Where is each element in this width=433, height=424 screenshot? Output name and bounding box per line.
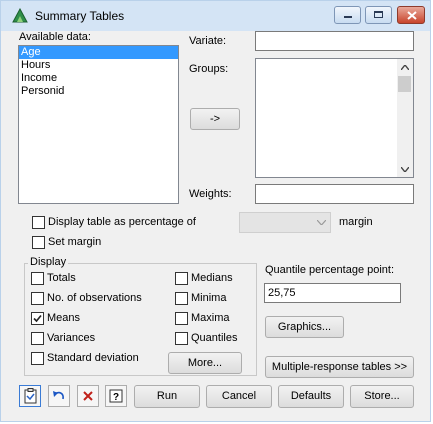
checkmark-icon <box>33 314 42 323</box>
run-button[interactable]: Run <box>134 385 200 408</box>
undo-icon <box>53 391 64 400</box>
display-option-label: No. of observations <box>47 292 142 304</box>
cancel-button-label: Cancel <box>221 390 257 402</box>
clear-button[interactable] <box>77 385 99 407</box>
window-title: Summary Tables <box>35 9 125 23</box>
more-button-label: More... <box>187 357 223 369</box>
defaults-button-label: Defaults <box>290 390 332 402</box>
scroll-up-icon[interactable] <box>401 65 409 70</box>
available-data-list[interactable]: Age Hours Income Personid <box>18 45 179 204</box>
multiple-response-button[interactable]: Multiple-response tables >> <box>265 356 414 378</box>
quantile-field[interactable]: 25,75 <box>264 283 401 303</box>
run-button-label: Run <box>156 390 178 402</box>
display-option-checkbox[interactable] <box>31 292 44 305</box>
variate-field[interactable] <box>255 31 414 51</box>
display-option-label: Quantiles <box>191 332 238 344</box>
clear-icon <box>83 391 93 401</box>
maximize-icon <box>374 11 383 18</box>
graphics-button[interactable]: Graphics... <box>265 316 344 338</box>
display-option-label: Medians <box>191 272 233 284</box>
available-data-label: Available data: <box>19 31 91 43</box>
available-data-item[interactable]: Income <box>19 72 178 85</box>
store-button[interactable]: Store... <box>350 385 414 408</box>
undo-button[interactable] <box>48 385 70 407</box>
display-option-checkbox[interactable] <box>31 352 44 365</box>
app-icon <box>12 8 28 23</box>
minimize-button[interactable] <box>334 6 361 24</box>
maximize-button[interactable] <box>365 6 392 24</box>
set-margin-checkbox[interactable] <box>32 236 45 249</box>
close-window-button[interactable] <box>397 6 425 24</box>
groups-scrollbar[interactable] <box>397 59 413 177</box>
graphics-button-label: Graphics... <box>277 321 332 333</box>
quantile-label: Quantile percentage point: <box>265 264 395 276</box>
variate-label: Variate: <box>189 35 227 47</box>
display-option-checkbox[interactable] <box>175 272 188 285</box>
store-button-label: Store... <box>364 390 400 402</box>
display-option-label: Totals <box>47 272 76 284</box>
help-button[interactable]: ? <box>105 385 127 407</box>
cancel-button[interactable]: Cancel <box>206 385 272 408</box>
scroll-down-icon[interactable] <box>401 167 409 172</box>
display-option-label: Variances <box>47 332 96 344</box>
display-title: Display <box>28 256 69 268</box>
display-option-checkbox[interactable] <box>175 312 188 325</box>
display-option-label: Means <box>47 312 81 324</box>
available-data-item[interactable]: Age <box>19 46 178 59</box>
display-option-checkbox[interactable] <box>31 312 44 325</box>
groups-label: Groups: <box>189 63 229 75</box>
available-data-item[interactable]: Hours <box>19 59 178 72</box>
clipboard-button[interactable] <box>19 385 41 407</box>
available-data-item[interactable]: Personid <box>19 85 178 98</box>
weights-field[interactable] <box>255 184 414 204</box>
display-option-checkbox[interactable] <box>175 332 188 345</box>
clipboard-icon <box>24 388 37 404</box>
display-option-checkbox[interactable] <box>31 272 44 285</box>
groups-list[interactable] <box>255 58 414 178</box>
close-icon <box>407 11 417 20</box>
margin-suffix-label: margin <box>339 216 373 228</box>
more-button[interactable]: More... <box>168 352 242 374</box>
arrow-button-label: -> <box>209 113 221 125</box>
chevron-down-icon <box>317 220 326 225</box>
display-option-label: Maxima <box>191 312 230 324</box>
display-option-checkbox[interactable] <box>175 292 188 305</box>
minimize-icon <box>344 16 352 18</box>
display-option-label: Standard deviation <box>47 352 139 364</box>
scroll-thumb[interactable] <box>398 76 411 92</box>
margin-dropdown[interactable] <box>239 212 331 233</box>
set-margin-label: Set margin <box>48 236 102 248</box>
title-bar: Summary Tables <box>1 1 430 31</box>
svg-text:?: ? <box>113 392 119 403</box>
percentage-label: Display table as percentage of <box>48 216 196 228</box>
summary-tables-window: Summary Tables Available data: Age Hours I… <box>0 0 431 422</box>
multiple-response-label: Multiple-response tables >> <box>271 361 408 373</box>
defaults-button[interactable]: Defaults <box>278 385 344 408</box>
weights-label: Weights: <box>189 188 232 200</box>
percentage-checkbox[interactable] <box>32 216 45 229</box>
help-icon: ? <box>109 389 123 403</box>
add-to-field-button[interactable]: -> <box>190 108 240 130</box>
display-option-label: Minima <box>191 292 227 304</box>
display-option-checkbox[interactable] <box>31 332 44 345</box>
